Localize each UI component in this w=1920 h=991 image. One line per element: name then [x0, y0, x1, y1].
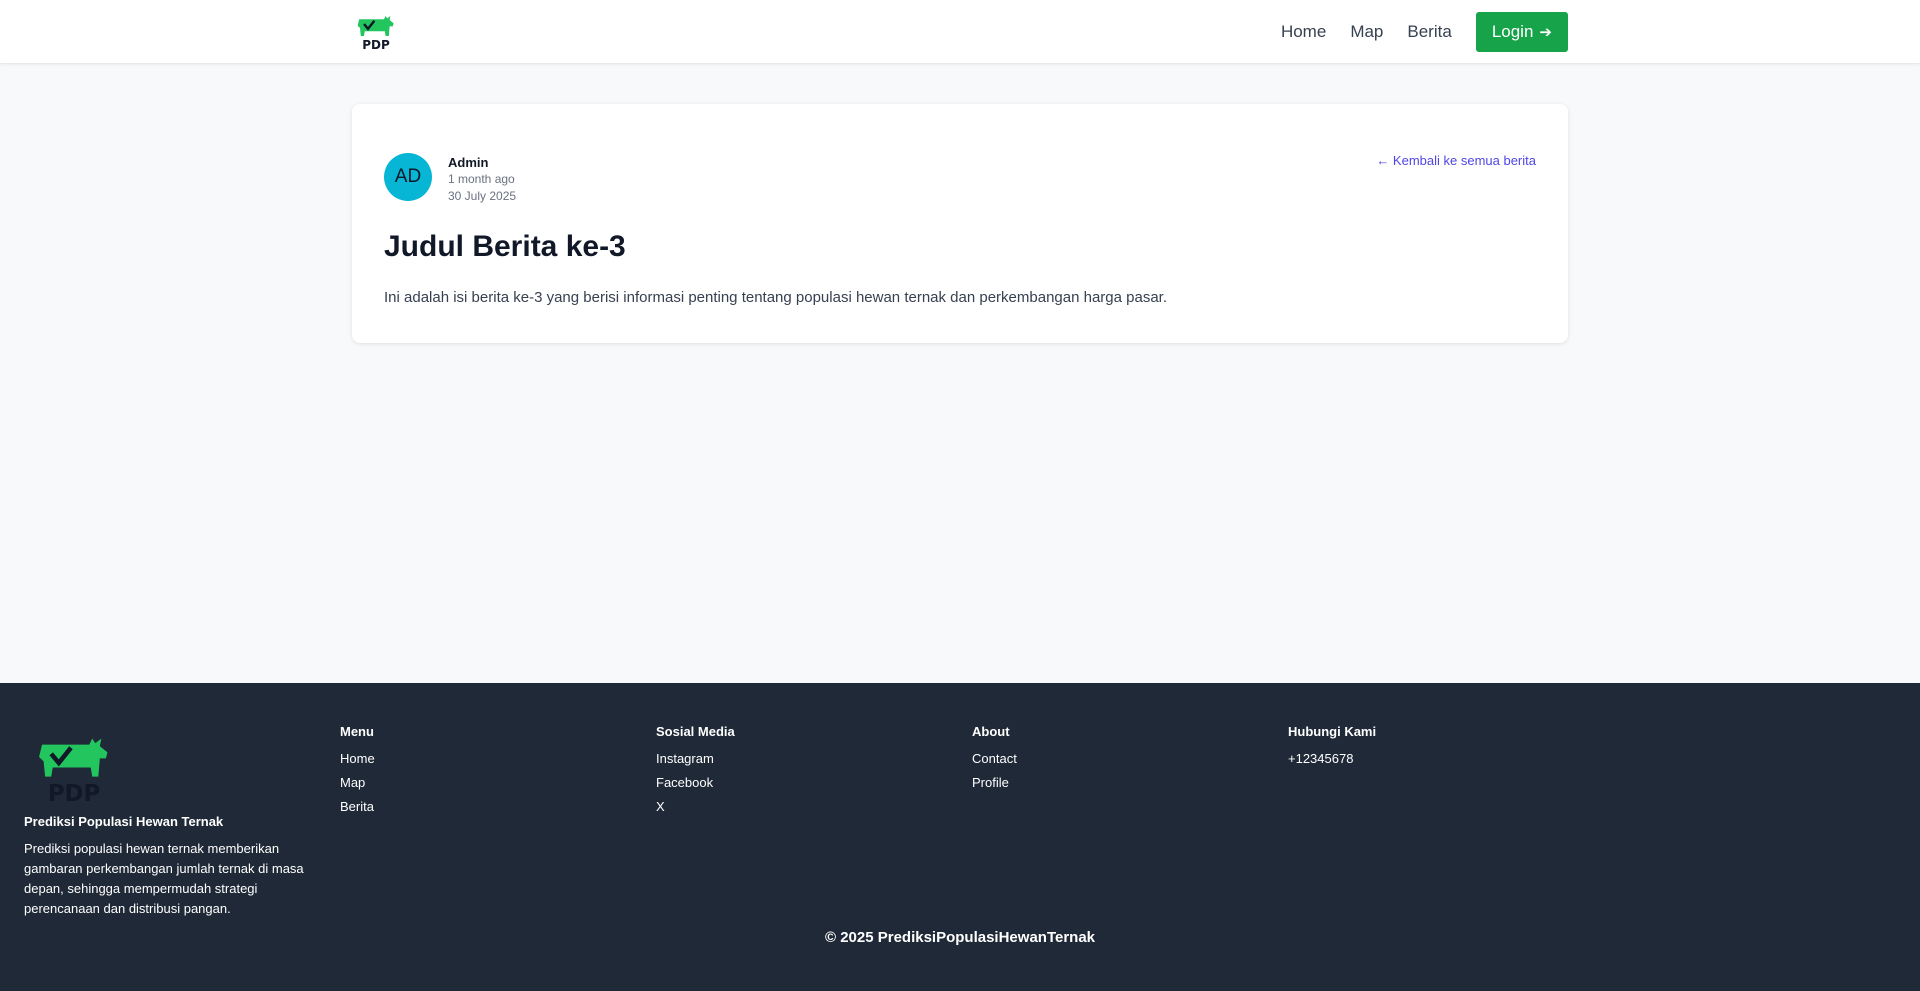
login-label: Login	[1491, 21, 1534, 41]
publish-date: 30 July 2025	[448, 189, 517, 203]
site-header: PDP Home Map Berita Login ➔	[0, 0, 1920, 63]
footer-col-menu: Menu Home Map Berita	[340, 724, 620, 819]
pdp-logo-icon[interactable]: PDP	[356, 12, 396, 52]
avatar: AD	[384, 153, 432, 201]
footer-brand: PDP Prediksi Populasi Hewan Ternak Predi…	[24, 731, 324, 919]
copyright: © 2025 PrediksiPopulasiHewanTernak	[824, 929, 1096, 946]
article-body: Ini adalah isi berita ke-3 yang berisi i…	[384, 289, 1168, 306]
nav-map[interactable]: Map	[1350, 22, 1383, 42]
footer-link-instagram[interactable]: Instagram	[656, 747, 936, 771]
pdp-logo-icon: PDP	[39, 738, 108, 807]
author-row: AD Admin 1 month ago 30 July 2025	[384, 153, 516, 205]
article-card: AD Admin 1 month ago 30 July 2025 ← Kemb…	[352, 104, 1568, 343]
footer-col-social: Sosial Media Instagram Facebook X	[656, 724, 936, 819]
logo-text: PDP	[362, 37, 390, 51]
article-title: Judul Berita ke-3	[384, 230, 626, 263]
col-title: Menu	[340, 724, 374, 739]
footer-link-facebook[interactable]: Facebook	[656, 771, 936, 795]
col-title: Sosial Media	[656, 724, 735, 739]
author-name: Admin	[448, 155, 489, 170]
footer-link-profile[interactable]: Profile	[972, 771, 1252, 795]
logo-text: PDP	[48, 781, 100, 807]
main-nav: Home Map Berita Login ➔	[1281, 11, 1568, 52]
arrow-right-icon: ➔	[1539, 23, 1552, 41]
site-footer: PDP Prediksi Populasi Hewan Ternak Predi…	[0, 683, 1920, 991]
back-to-news-link[interactable]: ← Kembali ke semua berita	[1376, 153, 1536, 168]
footer-col-about: About Contact Profile	[972, 724, 1252, 795]
nav-home[interactable]: Home	[1281, 22, 1326, 42]
footer-phone[interactable]: +12345678	[1288, 747, 1568, 771]
footer-link-x[interactable]: X	[656, 795, 936, 819]
header-inner: PDP Home Map Berita Login ➔	[352, 0, 1568, 63]
login-button[interactable]: Login ➔	[1475, 11, 1568, 52]
footer-col-contact: Hubungi Kami +12345678	[1288, 724, 1568, 771]
footer-link-berita[interactable]: Berita	[340, 795, 620, 819]
relative-time: 1 month ago	[448, 172, 515, 186]
author-meta: Admin 1 month ago 30 July 2025	[448, 155, 516, 205]
footer-link-map[interactable]: Map	[340, 771, 620, 795]
footer-link-contact[interactable]: Contact	[972, 747, 1252, 771]
nav-berita[interactable]: Berita	[1407, 22, 1451, 42]
brand-description: Prediksi populasi hewan ternak memberika…	[24, 841, 304, 916]
col-title: About	[972, 724, 1010, 739]
col-title: Hubungi Kami	[1288, 724, 1377, 739]
brand-title: Prediksi Populasi Hewan Ternak	[24, 814, 224, 829]
footer-link-home[interactable]: Home	[340, 747, 620, 771]
